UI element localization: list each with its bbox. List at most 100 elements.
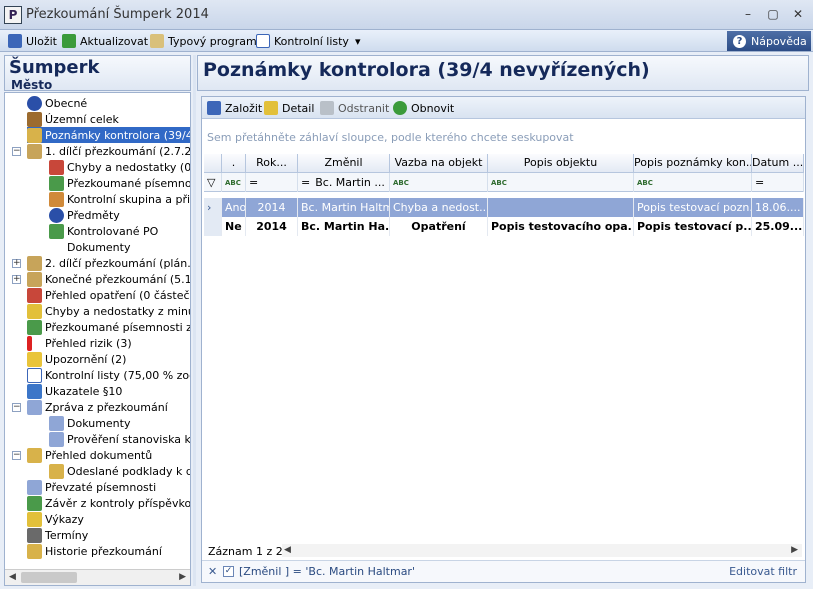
column-header-object-desc[interactable]: Popis objektu <box>488 154 634 173</box>
tree-item[interactable]: Ukazatele §10 <box>27 383 122 399</box>
table-row[interactable]: Ne 2014 Bc. Martin Ha... Opatření Popis … <box>204 217 804 236</box>
tree-item[interactable]: Upozornění (2) <box>27 351 126 367</box>
clear-filter-icon[interactable]: ✕ <box>208 565 217 578</box>
table-cell <box>488 198 634 217</box>
help-icon: ? <box>733 34 746 48</box>
tree-item[interactable]: Územní celek <box>27 111 119 127</box>
restore-button[interactable]: ▢ <box>764 6 782 22</box>
scroll-right-icon[interactable]: ▶ <box>791 545 798 555</box>
minimize-button[interactable]: – <box>739 6 757 22</box>
tree-item[interactable]: Dokumenty <box>67 239 130 255</box>
column-header-year[interactable]: Rok... <box>246 154 298 173</box>
tree-item[interactable]: Přezkoumané písemnosti ( <box>49 175 190 191</box>
expand-icon[interactable]: + <box>12 259 21 268</box>
grid-horizontal-scrollbar[interactable]: ◀ ▶ <box>282 544 802 557</box>
window-title: Přezkoumání Šumperk 2014 <box>26 7 209 22</box>
tree-item-selected[interactable]: Poznámky kontrolora (39/4 nevyřízených) <box>27 127 190 143</box>
close-button[interactable]: ✕ <box>789 6 807 22</box>
title-bar: P Přezkoumání Šumperk 2014 – ▢ ✕ <box>0 0 813 30</box>
tree-horizontal-scrollbar[interactable]: ◀ ▶ <box>5 569 190 585</box>
save-button[interactable]: Uložit <box>8 33 57 49</box>
edit-filter-link[interactable]: Editovat filtr <box>729 565 797 578</box>
table-row[interactable]: › Ano 2014 Bc. Martin Haltm... Chyba a n… <box>204 198 804 217</box>
splitter[interactable] <box>193 55 196 586</box>
reload-button[interactable]: Obnovit <box>393 100 454 116</box>
page-title: Poznámky kontrolora (39/4 nevyřízených) <box>203 59 650 81</box>
calendar-icon <box>27 527 42 543</box>
tree-item[interactable]: Přehled dokumentů <box>27 447 152 463</box>
filter-cell[interactable]: ABC <box>390 173 488 192</box>
tree-item[interactable]: Převzaté písemnosti <box>27 479 156 495</box>
warning-check-icon <box>27 303 42 319</box>
checklists-button[interactable]: Kontrolní listy ▾ <box>256 33 360 49</box>
tree-item[interactable]: Chyby a nedostatky z minulých <box>27 303 190 319</box>
refresh-button[interactable]: Aktualizovat <box>62 33 148 49</box>
scroll-left-icon[interactable]: ◀ <box>9 572 16 582</box>
expand-icon[interactable]: + <box>12 275 21 284</box>
filter-cell[interactable]: = <box>246 173 298 192</box>
table-cell: Popis testovací pozn... <box>634 198 752 217</box>
document-icon <box>27 479 42 495</box>
filter-cell[interactable]: ABC <box>488 173 634 192</box>
checklist-icon <box>27 287 42 303</box>
filter-cell[interactable]: ABC <box>634 173 752 192</box>
active-filter-bar: ✕ ✓ [Změnil ] = 'Bc. Martin Haltmar' Edi… <box>202 560 805 582</box>
scroll-right-icon[interactable]: ▶ <box>179 572 186 582</box>
tree-item[interactable]: Závěr z kontroly příspěvkový <box>27 495 190 511</box>
column-header-status[interactable]: . <box>222 154 246 173</box>
filter-cell[interactable]: = Bc. Martin ... <box>298 173 390 192</box>
magnifier-icon <box>150 34 164 48</box>
tree-item[interactable]: Předměty <box>49 207 120 223</box>
tree-item[interactable]: Přezkoumané písemnosti z min <box>27 319 190 335</box>
tree-item[interactable]: Kontrolní listy (75,00 % zodpo <box>27 367 190 383</box>
collapse-icon[interactable]: − <box>12 147 21 156</box>
tree-item[interactable]: Kontrolované PO <box>49 223 158 239</box>
filter-icon[interactable]: ▽ <box>204 173 222 192</box>
collapse-icon[interactable]: − <box>12 403 21 412</box>
delete-button[interactable]: Odstranit <box>320 100 389 116</box>
tree-item[interactable]: Odeslané podklady k dozo <box>49 463 190 479</box>
scroll-thumb[interactable] <box>21 572 77 583</box>
statement-icon <box>27 511 42 527</box>
help-button[interactable]: ? Nápověda <box>727 31 811 51</box>
filter-enabled-checkbox[interactable]: ✓ <box>223 566 234 577</box>
template-button[interactable]: Typový program <box>150 33 257 49</box>
filter-expression[interactable]: [Změnil ] = 'Bc. Martin Haltmar' <box>239 565 415 578</box>
collapse-icon[interactable]: − <box>12 451 21 460</box>
entity-title: Šumperk <box>9 57 100 78</box>
column-header-link[interactable]: Vazba na objekt <box>390 154 488 173</box>
tree-item[interactable]: Termíny <box>27 527 88 543</box>
chevron-down-icon: ▾ <box>354 34 361 48</box>
tree-item[interactable]: Přehled opatření (0 částečně/ <box>27 287 190 303</box>
tree-item[interactable]: Konečné přezkoumání (5.1.2015) <box>27 271 190 287</box>
info-icon <box>49 207 64 223</box>
column-header-note-desc[interactable]: Popis poznámky kon... <box>634 154 752 173</box>
detail-button[interactable]: Detail <box>264 100 314 116</box>
tree-item[interactable]: Výkazy <box>27 511 84 527</box>
page-header: Poznámky kontrolora (39/4 nevyřízených) <box>197 55 809 91</box>
column-header-changed-by[interactable]: Změnil <box>298 154 390 173</box>
column-header-date[interactable]: Datum ... <box>752 154 804 173</box>
tree-item[interactable]: Obecné <box>27 95 87 111</box>
error-icon <box>49 159 64 175</box>
tree-item[interactable]: Kontrolní skupina a přizvaní <box>49 191 190 207</box>
navigation-tree: Obecné Územní celek Poznámky kontrolora … <box>4 92 191 586</box>
tree-item[interactable]: 1. dílčí přezkoumání (2.7.2014) <box>27 143 190 159</box>
tree-item[interactable]: Přehled rizik (3) <box>27 335 132 351</box>
info-icon <box>27 95 42 111</box>
tree-item[interactable]: Zpráva z přezkoumání <box>27 399 168 415</box>
tree-item[interactable]: Prověření stanoviska k ná <box>49 431 190 447</box>
grid-toolbar: Založit Detail Odstranit Obnovit <box>202 97 805 119</box>
group-by-hint[interactable]: Sem přetáhněte záhlaví sloupce, podle kt… <box>207 131 574 144</box>
filter-cell[interactable]: = <box>752 173 804 192</box>
main-toolbar: Uložit Aktualizovat Typový program Kontr… <box>0 30 813 52</box>
folder-icon <box>27 143 42 159</box>
tree-item[interactable]: Chyby a nedostatky (0/0) <box>49 159 190 175</box>
create-button[interactable]: Založit <box>207 100 262 116</box>
column-header[interactable] <box>204 154 222 173</box>
filter-cell[interactable]: ABC <box>222 173 246 192</box>
tree-item[interactable]: 2. dílčí přezkoumání (plán. 18.9.) <box>27 255 190 271</box>
tree-item[interactable]: Historie přezkoumání <box>27 543 162 559</box>
tree-item[interactable]: Dokumenty <box>49 415 130 431</box>
scroll-left-icon[interactable]: ◀ <box>284 545 291 555</box>
